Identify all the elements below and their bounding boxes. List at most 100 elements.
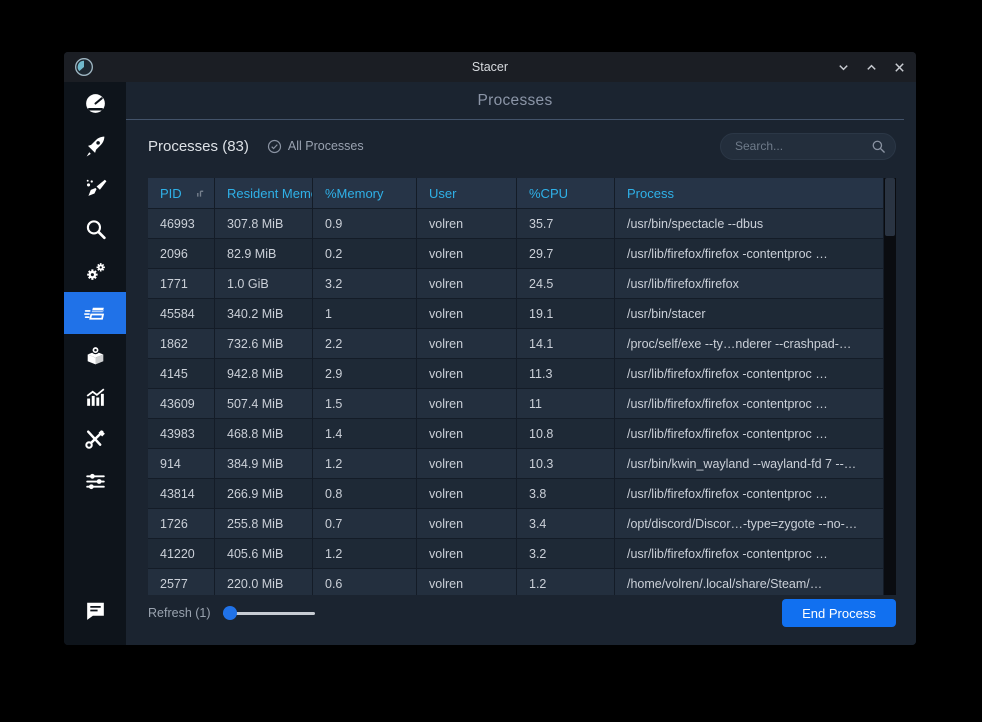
table-scrollbar[interactable] [884,178,896,595]
slider-handle[interactable] [223,606,237,620]
cell-resident-memory: 340.2 MiB [215,298,313,328]
cell-resident-memory: 266.9 MiB [215,478,313,508]
table-row[interactable]: 914384.9 MiB1.2volren10.3/usr/bin/kwin_w… [148,448,884,478]
cell-user: volren [417,538,517,568]
cell-cpu-percent: 24.5 [517,268,615,298]
column-header-resident-memory[interactable]: Resident Memory [215,178,313,208]
cell-resident-memory: 220.0 MiB [215,568,313,595]
cell-user: volren [417,328,517,358]
sidebar-item-resources[interactable] [64,376,126,418]
end-process-button[interactable]: End Process [782,599,896,627]
cell-resident-memory: 732.6 MiB [215,328,313,358]
column-header-user[interactable]: User [417,178,517,208]
cell-cpu-percent: 29.7 [517,238,615,268]
scrollbar-thumb[interactable] [885,178,895,236]
sort-icon [196,189,205,198]
tools-icon [83,427,108,452]
table-row[interactable]: 4145942.8 MiB2.9volren11.3/usr/lib/firef… [148,358,884,388]
column-header-pid[interactable]: PID [148,178,215,208]
cell-user: volren [417,448,517,478]
cell-user: volren [417,568,517,595]
cell-user: volren [417,508,517,538]
cell-resident-memory: 942.8 MiB [215,358,313,388]
cell-user: volren [417,388,517,418]
cell-process: /usr/bin/spectacle --dbus [615,208,884,238]
table-row[interactable]: 41220405.6 MiB1.2volren3.2/usr/lib/firef… [148,538,884,568]
table-row[interactable]: 1862732.6 MiB2.2volren14.1/proc/self/exe… [148,328,884,358]
column-header-cpu-percent[interactable]: %CPU [517,178,615,208]
table-row[interactable]: 43983468.8 MiB1.4volren10.8/usr/lib/fire… [148,418,884,448]
sidebar-item-helpers[interactable] [64,418,126,460]
sidebar-item-processes[interactable] [64,292,126,334]
cell-user: volren [417,478,517,508]
cell-memory-percent: 0.2 [313,238,417,268]
cell-resident-memory: 405.6 MiB [215,538,313,568]
cell-pid: 4145 [148,358,215,388]
cell-memory-percent: 0.8 [313,478,417,508]
cell-process: /usr/bin/kwin_wayland --wayland-fd 7 --… [615,448,884,478]
sidebar-item-feedback[interactable] [64,589,126,631]
column-header-process[interactable]: Process [615,178,884,208]
cell-memory-percent: 0.9 [313,208,417,238]
table-row[interactable]: 45584340.2 MiB1volren19.1/usr/bin/stacer [148,298,884,328]
rocket-icon [83,133,108,158]
refresh-interval-slider[interactable] [223,606,315,620]
cell-resident-memory: 82.9 MiB [215,238,313,268]
minimize-button[interactable] [836,60,850,74]
sidebar-item-search[interactable] [64,208,126,250]
process-count-label: Processes (83) [148,138,249,155]
close-button[interactable] [892,60,906,74]
sidebar-item-startup-apps[interactable] [64,124,126,166]
cell-resident-memory: 255.8 MiB [215,508,313,538]
cell-user: volren [417,418,517,448]
cell-pid: 43609 [148,388,215,418]
table-row[interactable]: 1726255.8 MiB0.7volren3.4/opt/discord/Di… [148,508,884,538]
cell-memory-percent: 0.6 [313,568,417,595]
stacer-window: Stacer [64,52,916,645]
cell-cpu-percent: 3.4 [517,508,615,538]
table-row[interactable]: 43814266.9 MiB0.8volren3.8/usr/lib/firef… [148,478,884,508]
cell-cpu-percent: 10.3 [517,448,615,478]
cell-pid: 43814 [148,478,215,508]
page-title: Processes [477,92,552,110]
chat-icon [83,598,108,623]
cell-pid: 2577 [148,568,215,595]
cell-cpu-percent: 10.8 [517,418,615,448]
sidebar-item-settings[interactable] [64,460,126,502]
page-header: Processes [126,82,904,120]
cell-process: /usr/bin/stacer [615,298,884,328]
cell-cpu-percent: 35.7 [517,208,615,238]
sidebar-item-system-cleaner[interactable] [64,166,126,208]
cell-cpu-percent: 14.1 [517,328,615,358]
cell-process: /usr/lib/firefox/firefox [615,268,884,298]
titlebar: Stacer [64,52,916,82]
all-processes-checkbox[interactable]: All Processes [267,139,364,154]
footer: Refresh (1) End Process [126,595,916,645]
sidebar-item-dashboard[interactable] [64,82,126,124]
cell-pid: 41220 [148,538,215,568]
sidebar-item-uninstaller[interactable] [64,334,126,376]
table-row[interactable]: 43609507.4 MiB1.5volren11/usr/lib/firefo… [148,388,884,418]
maximize-button[interactable] [864,60,878,74]
column-header-memory-percent[interactable]: %Memory [313,178,417,208]
circle-check-icon [267,139,282,154]
cell-pid: 1771 [148,268,215,298]
search-icon [871,139,886,159]
table-header-row: PID Resident Memory %Memory User %CPU Pr… [148,178,884,208]
cell-resident-memory: 1.0 GiB [215,268,313,298]
cell-process: /usr/lib/firefox/firefox -contentproc … [615,238,884,268]
cell-memory-percent: 1.4 [313,418,417,448]
table-row[interactable]: 17711.0 GiB3.2volren24.5/usr/lib/firefox… [148,268,884,298]
cell-process: /usr/lib/firefox/firefox -contentproc … [615,388,884,418]
cell-cpu-percent: 11.3 [517,358,615,388]
table-row[interactable]: 209682.9 MiB0.2volren29.7/usr/lib/firefo… [148,238,884,268]
window-title: Stacer [64,60,916,74]
table-row[interactable]: 2577220.0 MiB0.6volren1.2/home/volren/.l… [148,568,884,595]
cell-memory-percent: 1.5 [313,388,417,418]
cell-user: volren [417,358,517,388]
sidebar-item-services[interactable] [64,250,126,292]
cell-memory-percent: 0.7 [313,508,417,538]
table-row[interactable]: 46993307.8 MiB0.9volren35.7/usr/bin/spec… [148,208,884,238]
stacer-logo-icon [74,57,94,77]
search-input[interactable] [720,133,896,160]
